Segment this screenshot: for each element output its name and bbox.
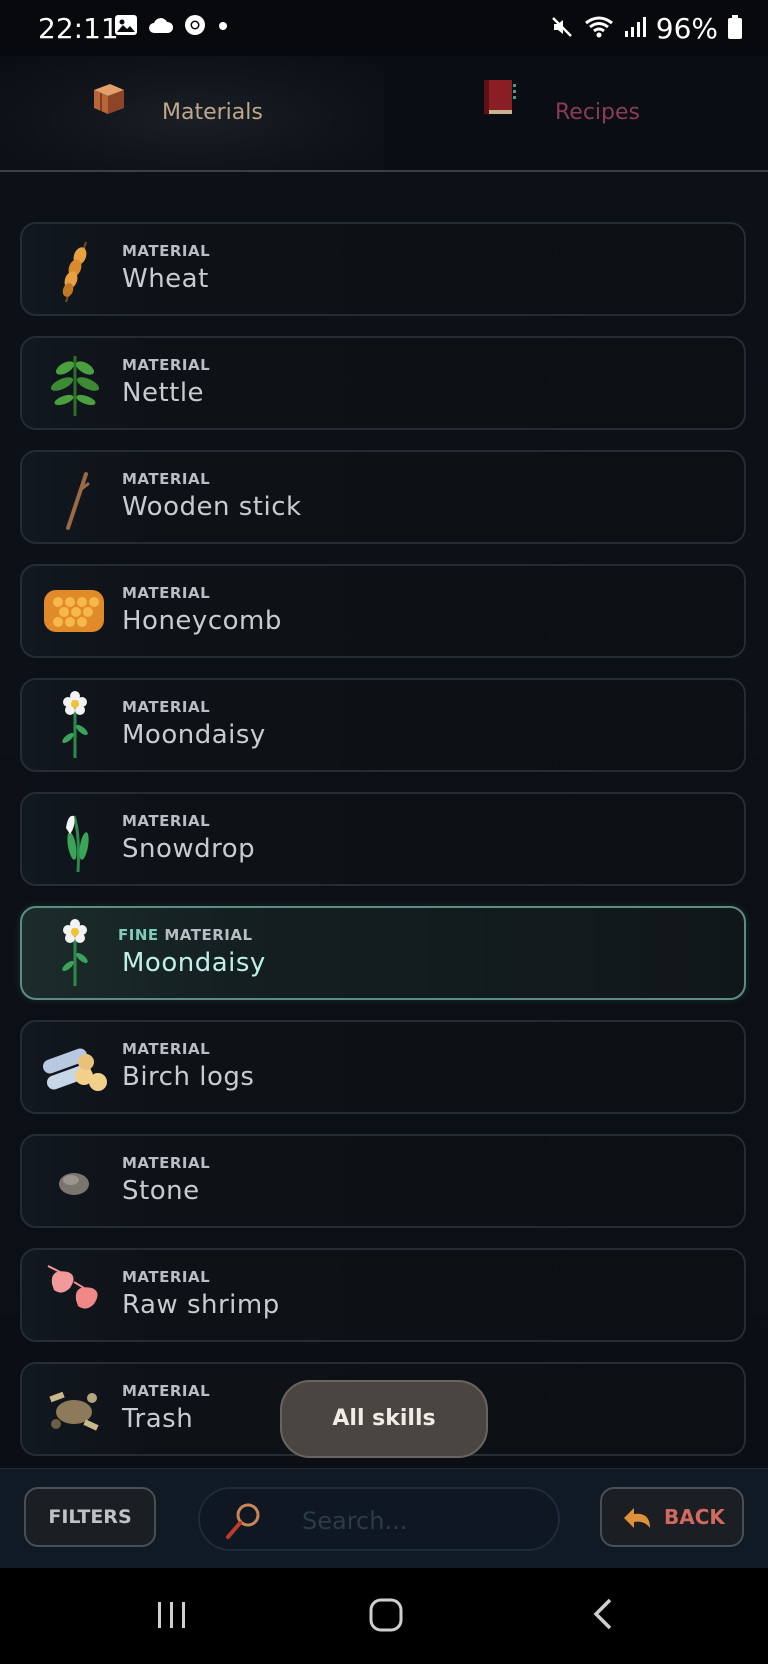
tab-materials[interactable]: Materials [0, 56, 384, 170]
daisy-icon [40, 918, 110, 988]
item-type: MATERIAL [122, 356, 211, 374]
recent-apps-icon[interactable] [152, 1592, 192, 1640]
item-name: Birch logs [122, 1062, 255, 1092]
honeycomb-icon [40, 576, 110, 646]
back-nav-icon[interactable] [586, 1592, 622, 1640]
snowdrop-icon [40, 804, 110, 874]
list-item[interactable]: MATERIAL Wheat [20, 222, 746, 316]
shrimp-icon [40, 1260, 110, 1330]
stick-icon [40, 462, 110, 532]
item-name: Snowdrop [122, 834, 256, 864]
system-nav-bar [0, 1568, 768, 1664]
tab-label: Recipes [555, 100, 641, 125]
item-type: FINE MATERIAL [118, 926, 253, 944]
nettle-icon [40, 348, 110, 418]
item-name: Trash [122, 1404, 194, 1434]
item-type-label: MATERIAL [164, 926, 253, 944]
wifi-icon [584, 15, 614, 43]
tab-bar: Materials Recipes [0, 56, 768, 172]
back-label: BACK [664, 1505, 725, 1529]
battery-icon [728, 14, 742, 43]
item-type: MATERIAL [122, 470, 211, 488]
item-type: MATERIAL [122, 584, 211, 602]
trash-icon [40, 1374, 110, 1444]
item-type: MATERIAL [122, 698, 211, 716]
daisy-icon [40, 690, 110, 760]
cloud-icon [148, 16, 174, 38]
item-type: MATERIAL [122, 242, 211, 260]
item-name: Moondaisy [122, 720, 266, 750]
undo-arrow-icon [620, 1506, 654, 1536]
logs-icon [40, 1032, 110, 1102]
item-name: Stone [122, 1176, 200, 1206]
tab-label: Materials [162, 100, 263, 125]
list-item[interactable]: MATERIAL Raw shrimp [20, 1248, 746, 1342]
list-item[interactable]: MATERIAL Moondaisy [20, 678, 746, 772]
skills-filter-button[interactable]: All skills [280, 1380, 488, 1458]
item-name: Wheat [122, 264, 209, 294]
status-time: 22:11 [38, 12, 119, 45]
item-name: Nettle [122, 378, 205, 408]
home-icon[interactable] [364, 1592, 408, 1640]
item-name: Raw shrimp [122, 1290, 280, 1320]
item-type: MATERIAL [122, 1154, 211, 1172]
wheat-icon [40, 234, 110, 304]
item-name: Honeycomb [122, 606, 282, 636]
crate-icon [88, 78, 128, 122]
list-item[interactable]: MATERIAL Nettle [20, 336, 746, 430]
stone-icon [40, 1146, 110, 1216]
status-bar: 22:11 96% [0, 0, 768, 56]
item-type: MATERIAL [122, 1382, 211, 1400]
fine-quality-label: FINE [118, 926, 159, 944]
materials-list: MATERIAL Wheat MATERIAL Nettle MATERIAL [0, 172, 768, 1468]
tab-recipes[interactable]: Recipes [384, 56, 768, 170]
filters-button[interactable]: FILTERS [24, 1487, 156, 1547]
list-item[interactable]: MATERIAL Snowdrop [20, 792, 746, 886]
item-type: MATERIAL [122, 1268, 211, 1286]
book-icon [482, 78, 518, 122]
dot-icon [216, 18, 230, 37]
mute-icon [550, 15, 574, 43]
list-item[interactable]: MATERIAL Honeycomb [20, 564, 746, 658]
bottom-toolbar: FILTERS BACK [0, 1468, 768, 1569]
chrome-icon [184, 14, 206, 40]
item-name: Wooden stick [122, 492, 302, 522]
list-item[interactable]: MATERIAL Birch logs [20, 1020, 746, 1114]
search-icon [222, 1499, 266, 1547]
list-item-fine[interactable]: FINE MATERIAL Moondaisy [20, 906, 746, 1000]
image-icon [114, 14, 138, 40]
back-button[interactable]: BACK [600, 1487, 744, 1547]
item-type: MATERIAL [122, 812, 211, 830]
battery-percent: 96% [655, 12, 718, 45]
item-type: MATERIAL [122, 1040, 211, 1058]
list-item[interactable]: MATERIAL Wooden stick [20, 450, 746, 544]
search-input[interactable] [300, 1503, 544, 1539]
item-name: Moondaisy [122, 948, 266, 978]
signal-icon [624, 16, 646, 42]
list-item[interactable]: MATERIAL Stone [20, 1134, 746, 1228]
search-box[interactable] [198, 1487, 560, 1551]
